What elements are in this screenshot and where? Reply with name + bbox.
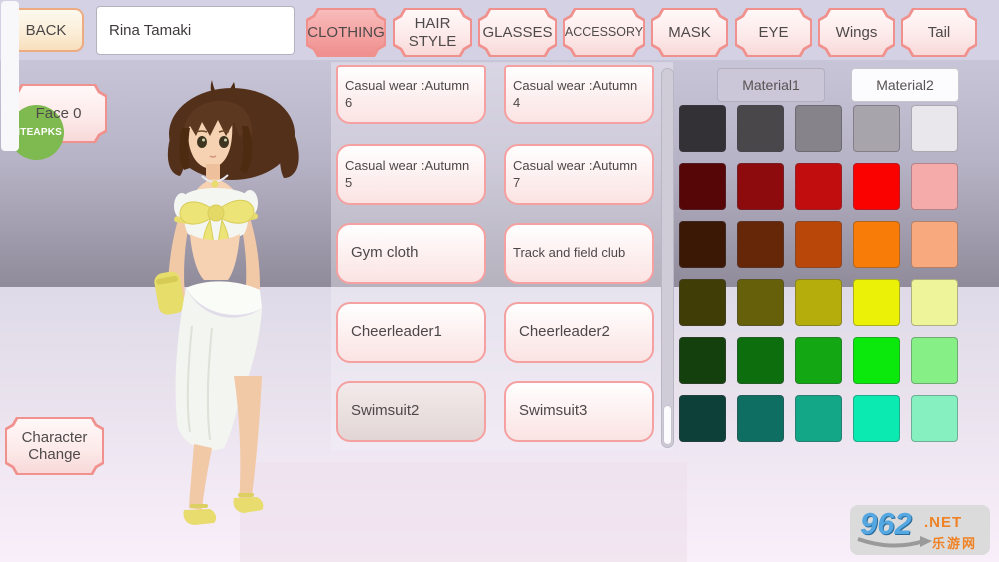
color-swatch-r6c1[interactable] bbox=[679, 395, 726, 442]
character-name-input[interactable] bbox=[96, 6, 295, 55]
tab-label: CLOTHING bbox=[306, 8, 386, 57]
clothing-item-label: Casual wear :Autumn 6 bbox=[345, 78, 477, 111]
tab-label: GLASSES bbox=[478, 8, 557, 57]
color-swatch-r6c3[interactable] bbox=[795, 395, 842, 442]
tab-label: Wings bbox=[818, 8, 895, 57]
color-swatch-r6c4[interactable] bbox=[853, 395, 900, 442]
color-swatch-r4c3[interactable] bbox=[795, 279, 842, 326]
color-swatch-r2c4[interactable] bbox=[853, 163, 900, 210]
watermark-962net: 962 .NET 乐游网 bbox=[850, 505, 990, 555]
color-swatch-r2c5[interactable] bbox=[911, 163, 958, 210]
clothing-item-label: Casual wear :Autumn 5 bbox=[345, 158, 477, 191]
character-preview bbox=[128, 76, 333, 531]
tab-eye[interactable]: EYE bbox=[735, 8, 812, 57]
material2-button[interactable]: Material2 bbox=[851, 68, 959, 102]
color-swatch-r1c3[interactable] bbox=[795, 105, 842, 152]
color-swatch-r5c5[interactable] bbox=[911, 337, 958, 384]
color-swatch-r1c4[interactable] bbox=[853, 105, 900, 152]
face-button-label: Face 0 bbox=[10, 84, 107, 143]
color-swatch-r2c1[interactable] bbox=[679, 163, 726, 210]
material2-label: Material2 bbox=[876, 77, 934, 93]
watermark-suffix: .NET bbox=[924, 514, 962, 531]
color-swatch-r5c3[interactable] bbox=[795, 337, 842, 384]
clothing-item-cheerleader2[interactable]: Cheerleader2 bbox=[504, 302, 654, 363]
clothing-item-label: Cheerleader2 bbox=[519, 323, 610, 342]
clothing-item-label: Cheerleader1 bbox=[351, 323, 442, 342]
color-swatch-r3c1[interactable] bbox=[679, 221, 726, 268]
back-button-label: BACK bbox=[26, 22, 67, 39]
watermark-swoosh-icon bbox=[854, 535, 934, 553]
clothing-item-swimsuit3[interactable]: Swimsuit3 bbox=[504, 381, 654, 442]
face-button[interactable]: Face 0 bbox=[10, 84, 107, 143]
clothing-list-panel: Casual wear :Autumn 6 Casual wear :Autumn… bbox=[331, 62, 673, 451]
material1-label: Material1 bbox=[742, 77, 800, 93]
clothing-item-swimsuit2[interactable]: Swimsuit2 bbox=[336, 381, 486, 442]
color-swatch-r6c2[interactable] bbox=[737, 395, 784, 442]
tab-label: EYE bbox=[735, 8, 812, 57]
clothing-item-label: Track and field club bbox=[513, 245, 625, 261]
clothing-scrollbar-thumb[interactable] bbox=[663, 405, 672, 445]
color-swatch-r5c4[interactable] bbox=[853, 337, 900, 384]
color-swatch-r4c2[interactable] bbox=[737, 279, 784, 326]
character-customization-screen: BACK Face 0 LITEAPKS Casual wear :Autumn… bbox=[0, 0, 999, 562]
clothing-item-label: Casual wear :Autumn 4 bbox=[513, 78, 645, 111]
color-swatch-r6c5[interactable] bbox=[911, 395, 958, 442]
clothing-item-label: Swimsuit3 bbox=[519, 402, 587, 421]
tab-label: Tail bbox=[901, 8, 977, 57]
watermark-chinese: 乐游网 bbox=[932, 533, 977, 552]
tab-wings[interactable]: Wings bbox=[818, 8, 895, 57]
color-swatch-r2c3[interactable] bbox=[795, 163, 842, 210]
color-swatch-r3c2[interactable] bbox=[737, 221, 784, 268]
tab-clothing[interactable]: CLOTHING bbox=[306, 8, 386, 57]
color-swatch-r5c1[interactable] bbox=[679, 337, 726, 384]
color-swatch-r3c5[interactable] bbox=[911, 221, 958, 268]
clothing-item-label: Gym cloth bbox=[351, 244, 419, 263]
character-change-label: Character Change bbox=[5, 417, 104, 475]
tab-label: ACCESSORY bbox=[563, 8, 645, 57]
clothing-item-track-and-field-club[interactable]: Track and field club bbox=[504, 223, 654, 284]
color-swatch-r1c5[interactable] bbox=[911, 105, 958, 152]
color-swatch-r2c2[interactable] bbox=[737, 163, 784, 210]
color-swatch-r4c1[interactable] bbox=[679, 279, 726, 326]
tab-accessory[interactable]: ACCESSORY bbox=[563, 8, 645, 57]
clothing-item-label: Casual wear :Autumn 7 bbox=[513, 158, 645, 191]
clothing-item-gym-cloth[interactable]: Gym cloth bbox=[336, 223, 486, 284]
color-swatch-r3c3[interactable] bbox=[795, 221, 842, 268]
clothing-item-cheerleader1[interactable]: Cheerleader1 bbox=[336, 302, 486, 363]
character-change-button[interactable]: Character Change bbox=[5, 417, 104, 475]
tab-tail[interactable]: Tail bbox=[901, 8, 977, 57]
color-swatch-r1c1[interactable] bbox=[679, 105, 726, 152]
color-swatch-r1c2[interactable] bbox=[737, 105, 784, 152]
tab-glasses[interactable]: GLASSES bbox=[478, 8, 557, 57]
clothing-item-casual-wear-autumn-5[interactable]: Casual wear :Autumn 5 bbox=[336, 144, 486, 205]
material1-button[interactable]: Material1 bbox=[717, 68, 825, 102]
tab-label: HAIR STYLE bbox=[393, 8, 472, 57]
tab-label: MASK bbox=[651, 8, 728, 57]
clothing-item-casual-wear-autumn-7[interactable]: Casual wear :Autumn 7 bbox=[504, 144, 654, 205]
color-swatch-r3c4[interactable] bbox=[853, 221, 900, 268]
tab-mask[interactable]: MASK bbox=[651, 8, 728, 57]
clothing-item-casual-wear-autumn-6[interactable]: Casual wear :Autumn 6 bbox=[336, 65, 486, 124]
clothing-scrollbar[interactable] bbox=[661, 68, 674, 448]
clothing-item-label: Swimsuit2 bbox=[351, 402, 419, 421]
clothing-item-casual-wear-autumn-4[interactable]: Casual wear :Autumn 4 bbox=[504, 65, 654, 124]
color-swatch-r5c2[interactable] bbox=[737, 337, 784, 384]
color-swatch-r4c5[interactable] bbox=[911, 279, 958, 326]
tab-hair-style[interactable]: HAIR STYLE bbox=[393, 8, 472, 57]
color-swatch-r4c4[interactable] bbox=[853, 279, 900, 326]
back-button[interactable]: BACK bbox=[8, 8, 84, 52]
